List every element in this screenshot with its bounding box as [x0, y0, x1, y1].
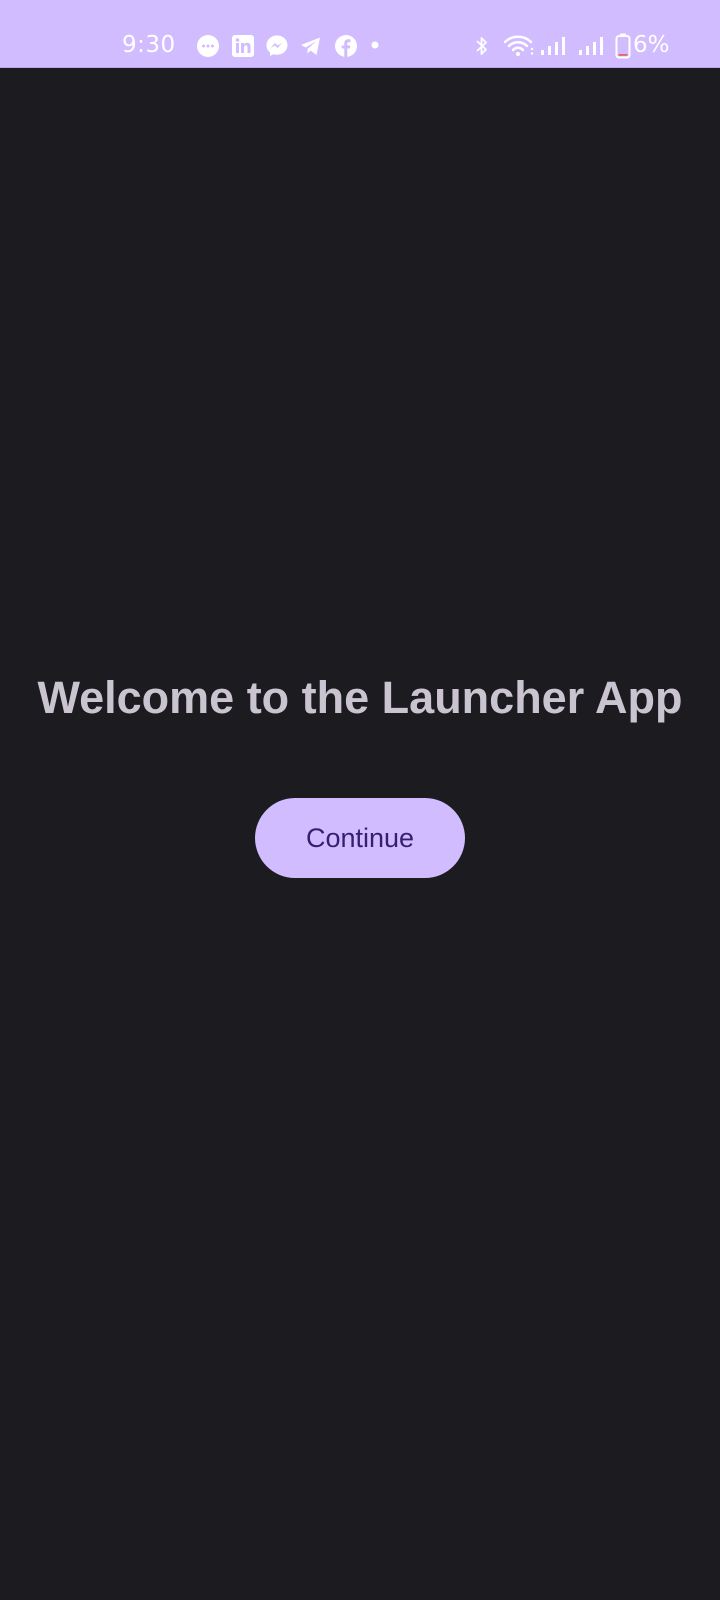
bluetooth-icon: [474, 34, 490, 58]
linkedin-icon: [231, 34, 255, 58]
continue-button[interactable]: Continue: [255, 798, 465, 878]
battery-icon: [615, 33, 631, 59]
signal-icon-1: [540, 34, 572, 58]
signal-icon-2: [578, 34, 610, 58]
main-content: Welcome to the Launcher App Continue: [0, 68, 720, 1600]
wifi-icon: [503, 34, 535, 58]
more-dot-icon: [370, 40, 380, 50]
telegram-icon: [299, 34, 323, 58]
messenger-icon: [265, 34, 289, 58]
welcome-title: Welcome to the Launcher App: [37, 672, 683, 723]
status-time: 9:30: [122, 32, 176, 58]
facebook-icon: [334, 34, 358, 58]
messages-icon: [196, 34, 220, 58]
status-bar: 9:30 6%: [0, 0, 720, 68]
battery-percent: 6%: [633, 32, 670, 58]
